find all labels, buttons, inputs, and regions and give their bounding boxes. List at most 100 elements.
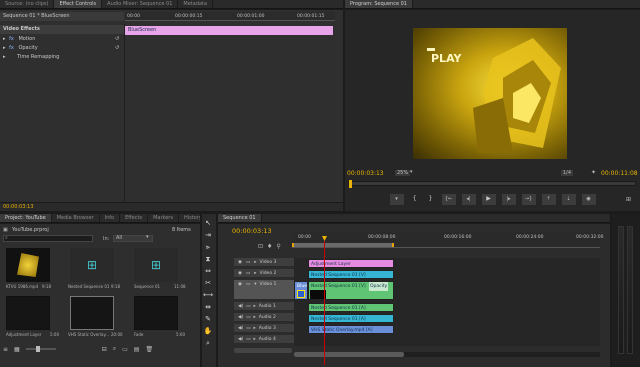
effect-row-motion[interactable]: ▸ fx Motion ↺ (0, 35, 124, 44)
track-header-audio4[interactable]: ◀) ▭ ▸ Audio 4 (234, 335, 294, 344)
find-icon[interactable]: ⌕ (113, 345, 116, 353)
add-button-icon[interactable]: ⊞ (626, 196, 631, 203)
tab-history[interactable]: History (179, 214, 200, 222)
track-header-video2[interactable]: ◉ ▭ ▸ Video 2 (234, 269, 294, 278)
ripple-edit-tool-icon[interactable]: ⫸ (202, 242, 214, 253)
thumbnail-sequence-01[interactable]: ⊞ (134, 248, 178, 282)
speaker-icon[interactable]: ◀) (238, 315, 243, 320)
project-search-input[interactable]: ⌕ (3, 235, 93, 242)
playhead-marker[interactable] (349, 180, 352, 188)
track-select-tool-icon[interactable]: ⇥ (202, 230, 214, 241)
timeline-ruler[interactable]: 00:00 00:00:08:00 00:00:16:00 00:00:24:0… (292, 232, 603, 248)
automate-icon[interactable]: ⊟ (102, 346, 107, 353)
ec-timecode[interactable]: 00:00:03:13 (3, 203, 34, 212)
opacity-menu[interactable]: Opacity (369, 282, 389, 291)
timeline-scrollbar[interactable] (294, 352, 600, 357)
new-bin-icon[interactable]: ▭ (122, 346, 128, 353)
tab-media-browser[interactable]: Media Browser (52, 214, 100, 222)
reset-icon[interactable]: ↺ (115, 44, 119, 53)
step-forward-icon[interactable]: |▸ (501, 194, 516, 205)
hand-tool-icon[interactable]: ✋ (202, 326, 214, 337)
lock-icon[interactable]: ▭ (246, 337, 250, 342)
eye-icon[interactable]: ◉ (238, 271, 242, 276)
chevron-down-icon[interactable]: ▾ (410, 169, 413, 175)
mark-in-icon[interactable]: { (410, 194, 420, 208)
expand-triangle-icon[interactable]: ▸ (3, 54, 6, 60)
tab-sequence-01[interactable]: Sequence 01 (218, 214, 262, 222)
track-header-audio1[interactable]: ◀) ▭ ▸ Audio 1 (234, 302, 294, 311)
zoom-tool-icon[interactable]: ⌕ (202, 338, 214, 349)
timeline-timecode[interactable]: 00:00:03:13 (232, 227, 272, 235)
ec-clip-bar[interactable]: BlueScreen (125, 26, 333, 35)
clip-nested-a2[interactable]: Nested Sequence 01 [A] (308, 314, 394, 323)
track-header-audio2[interactable]: ◀) ▭ ▸ Audio 2 (234, 313, 294, 322)
lift-icon[interactable]: ⇡ (541, 194, 556, 205)
lock-icon[interactable]: ▭ (246, 304, 250, 309)
expand-triangle-icon[interactable]: ▸ (253, 315, 255, 320)
tab-effects[interactable]: Effects (120, 214, 149, 222)
effect-row-opacity[interactable]: ▸ fx Opacity ↺ (0, 44, 124, 53)
zoom-select[interactable]: 25% (395, 170, 411, 176)
step-back-icon[interactable]: ◂| (461, 194, 476, 205)
speaker-icon[interactable]: ◀) (238, 304, 243, 309)
rate-stretch-tool-icon[interactable]: ⇔ (202, 266, 214, 277)
ec-ruler[interactable]: 00:00 00:00:00:15 00:00:01:00 00:00:01:1… (125, 12, 335, 21)
new-item-icon[interactable]: ▤ (134, 346, 140, 353)
tab-project[interactable]: Project: YouTube (0, 214, 52, 222)
export-frame-icon[interactable]: ◉ (581, 194, 596, 205)
rolling-edit-tool-icon[interactable]: ⧗ (202, 254, 214, 265)
go-to-out-icon[interactable]: →} (521, 194, 536, 205)
expand-triangle-icon[interactable]: ▸ (3, 36, 6, 42)
reset-icon[interactable]: ↺ (115, 35, 119, 44)
clip-nested-a1[interactable]: Nested Sequence 01 [A] (308, 303, 394, 312)
speaker-icon[interactable]: ◀) (238, 326, 243, 331)
tab-info[interactable]: Info (100, 214, 121, 222)
slide-tool-icon[interactable]: ⇹ (202, 302, 214, 313)
track-height-slider[interactable] (234, 348, 292, 353)
expand-triangle-icon[interactable]: ▸ (254, 271, 256, 276)
program-scrub-bar[interactable] (348, 180, 636, 188)
thumbnail-adjustment-layer[interactable] (6, 296, 50, 330)
go-to-in-icon[interactable]: {← (441, 194, 456, 205)
effect-row-time-remapping[interactable]: ▸ Time Remapping (0, 53, 124, 62)
add-marker-icon[interactable]: ▾ (389, 194, 404, 205)
list-view-icon[interactable]: ≡ (3, 346, 8, 353)
link-icon[interactable]: ⚲ (276, 243, 280, 250)
lock-icon[interactable]: ▭ (246, 260, 250, 265)
thumbnail-fade[interactable] (134, 296, 178, 330)
clip-bluescreen[interactable]: Blue (294, 281, 308, 300)
lock-icon[interactable]: ▭ (246, 326, 250, 331)
slip-tool-icon[interactable]: ⟷ (202, 290, 214, 301)
eye-icon[interactable]: ◉ (238, 260, 242, 265)
chevron-down-icon[interactable]: ▾ (146, 234, 149, 240)
clear-icon[interactable]: 🗑 (145, 346, 153, 353)
icon-view-icon[interactable]: ▦ (14, 346, 20, 353)
thumbnail-vhs-static[interactable] (70, 296, 114, 330)
lock-icon[interactable]: ▭ (246, 271, 250, 276)
lock-icon[interactable]: ▭ (246, 282, 250, 287)
pen-tool-icon[interactable]: ✎ (202, 314, 214, 325)
track-header-audio3[interactable]: ◀) ▭ ▸ Audio 3 (234, 324, 294, 333)
thumbnail-nested-sequence[interactable]: ⊞ (70, 248, 114, 282)
expand-triangle-icon[interactable]: ▸ (253, 326, 255, 331)
clip-nested-v1[interactable]: Nested Sequence 01 [V] Opacity (308, 281, 394, 300)
razor-tool-icon[interactable]: ✂ (202, 278, 214, 289)
tab-markers[interactable]: Markers (148, 214, 179, 222)
selection-tool-icon[interactable]: ↖ (202, 218, 214, 229)
track-header-video1[interactable]: ◉ ▭ ▾ Video 1 (234, 280, 294, 300)
tab-effect-controls[interactable]: Effect Controls (54, 0, 103, 8)
extract-icon[interactable]: ⇣ (561, 194, 576, 205)
track-header-video3[interactable]: ◉ ▭ ▸ Video 3 (234, 258, 294, 267)
lock-icon[interactable]: ▭ (246, 315, 250, 320)
zoom-slider[interactable] (25, 346, 56, 352)
tab-source[interactable]: Source: (no clips) (0, 0, 55, 8)
clip-nested-v2[interactable]: Nested Sequence 01 [V] (308, 270, 394, 279)
wrench-icon[interactable]: ✦ (591, 169, 596, 176)
eye-icon[interactable]: ◉ (238, 282, 242, 287)
expand-triangle-icon[interactable]: ▸ (253, 304, 255, 309)
tab-audio-mixer[interactable]: Audio Mixer: Sequence 01 (102, 0, 179, 8)
scrollbar-thumb[interactable] (294, 352, 404, 357)
snap-icon[interactable]: ⊡ (258, 243, 263, 250)
tab-metadata[interactable]: Metadata (178, 0, 214, 8)
thumbnail-ktvu[interactable] (6, 248, 50, 282)
